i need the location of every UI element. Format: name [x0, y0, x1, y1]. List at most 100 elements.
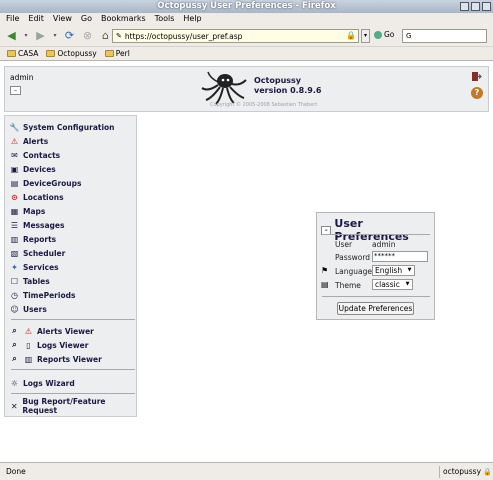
language-label: Language [335, 267, 373, 276]
menu-item-reports-viewer[interactable]: ⌕ ▥ Reports Viewer [9, 353, 102, 365]
bookmark-label: CASA [18, 48, 39, 58]
menu-item-label: Locations [23, 192, 64, 202]
bookmark-octopussy[interactable]: Octopussy [46, 47, 97, 60]
flag-icon: ⚑ [321, 266, 329, 275]
menu-item-maps[interactable]: ▦ Maps [9, 205, 46, 217]
menu-item-scheduler[interactable]: ▧ Scheduler [9, 247, 66, 259]
password-field[interactable]: ****** [372, 251, 428, 262]
menu-item-tables[interactable]: ☐ Tables [9, 275, 50, 287]
contacts-icon: ✉ [11, 150, 18, 160]
device-icon: ▣ [10, 164, 19, 174]
menu-item-label: Logs Wizard [23, 378, 75, 388]
menu-item-label: Scheduler [23, 248, 66, 258]
viewer-icon: ⌕ [12, 354, 17, 363]
app-name: Octopussy [254, 76, 302, 85]
menu-file[interactable]: File [6, 13, 19, 25]
menu-item-devicegroups[interactable]: ▤ DeviceGroups [9, 177, 82, 189]
menu-item-messages[interactable]: ☰ Messages [9, 219, 65, 231]
bookmark-casa[interactable]: CASA [7, 47, 38, 60]
folder-icon [104, 50, 114, 57]
theme-icon: ▤ [321, 280, 329, 289]
menu-item-devices[interactable]: ▣ Devices [9, 163, 56, 175]
map-icon: ▦ [10, 206, 19, 216]
logout-icon[interactable] [471, 71, 482, 82]
menu-separator [11, 393, 135, 394]
back-icon[interactable]: ◀ [4, 28, 19, 43]
go-icon [374, 30, 382, 39]
navigation-toolbar: ◀ ▾ ▶ ▾ ⟳ ⊗ ⌂ ✎ https://octopussy/user_p… [0, 25, 493, 47]
bookmark-label: Perl [115, 48, 130, 58]
app-version: version 0.8.9.6 [254, 86, 322, 95]
url-dropdown-button[interactable]: ▾ [361, 29, 370, 43]
language-select[interactable]: English ▼ [372, 265, 415, 276]
menu-item-reports[interactable]: ▥ Reports [9, 233, 56, 245]
minimize-button[interactable] [460, 2, 469, 11]
bug-icon: ✕ [10, 401, 18, 411]
page-icon: ✎ [116, 32, 122, 40]
update-preferences-button[interactable]: Update Preferences [337, 302, 414, 315]
menu-item-alerts-viewer[interactable]: ⌕ ⚠ Alerts Viewer [9, 325, 94, 337]
reload-icon[interactable]: ⟳ [62, 28, 77, 43]
menu-item-label: DeviceGroups [23, 178, 82, 188]
menu-item-label: Maps [23, 206, 46, 216]
menu-item-system-configuration[interactable]: 🔧 System Configuration [9, 121, 115, 133]
home-icon[interactable]: ⌂ [98, 28, 113, 43]
maximize-button[interactable] [471, 2, 480, 11]
viewer-icon: ⌕ [12, 326, 17, 335]
chevron-down-icon: ▼ [405, 281, 410, 287]
menu-edit[interactable]: Edit [28, 13, 44, 25]
menu-item-label: Tables [23, 276, 50, 286]
table-icon: ☐ [10, 276, 19, 286]
menu-go[interactable]: Go [81, 13, 92, 25]
page-content: admin – Octopussy version 0.8.9.6 Copyri… [0, 62, 493, 462]
menu-separator [11, 369, 135, 370]
current-user: admin [10, 73, 34, 82]
forward-icon[interactable]: ▶ [33, 28, 48, 43]
menu-item-locations[interactable]: ⊙ Locations [9, 191, 64, 203]
menu-tools[interactable]: Tools [155, 13, 175, 25]
menu-item-logs-viewer[interactable]: ⌕ ▯ Logs Viewer [9, 339, 88, 351]
search-input[interactable]: G [402, 29, 487, 43]
log-icon: ▯ [26, 340, 31, 350]
go-button[interactable]: Go [374, 30, 394, 39]
menu-item-label: System Configuration [23, 122, 115, 132]
menu-item-users[interactable]: ☺ Users [9, 303, 46, 315]
theme-select[interactable]: classic ▼ [372, 279, 413, 290]
menu-item-services[interactable]: ✦ Services [9, 261, 59, 273]
menu-item-label: Reports [23, 234, 57, 244]
status-bar: Done octopussy 🔒 [0, 462, 493, 480]
collapse-icon[interactable]: – [10, 86, 21, 95]
scheduler-icon: ▧ [10, 248, 19, 258]
device-group-icon: ▤ [10, 178, 19, 188]
close-button[interactable] [482, 2, 491, 11]
menu-item-timeperiods[interactable]: ◷ TimePeriods [9, 289, 75, 301]
location-icon: ⊙ [11, 192, 18, 202]
panel-divider [322, 296, 430, 297]
menu-item-logs-wizard[interactable]: ☼ Logs Wizard [9, 377, 75, 389]
menu-item-label: Logs Viewer [37, 340, 89, 350]
lock-icon[interactable]: 🔒 [346, 31, 356, 40]
menu-item-alerts[interactable]: ⚠ Alerts [9, 135, 48, 147]
lock-icon: 🔒 [483, 468, 492, 476]
chevron-down-icon: ▼ [407, 267, 412, 273]
status-site[interactable]: octopussy 🔒 [439, 466, 492, 478]
menu-item-bug-report[interactable]: ✕ Bug Report/Feature Request [9, 397, 136, 415]
stop-icon[interactable]: ⊗ [80, 28, 95, 43]
help-icon[interactable]: ? [471, 87, 483, 99]
report-icon: ▥ [10, 234, 19, 244]
back-dropdown-icon[interactable]: ▾ [22, 28, 30, 43]
folder-icon [7, 50, 16, 57]
clock-icon: ◷ [11, 290, 18, 300]
menu-help[interactable]: Help [183, 13, 201, 25]
search-engine-icon: G [406, 32, 412, 40]
bookmark-perl[interactable]: Perl [104, 47, 130, 60]
forward-dropdown-icon[interactable]: ▾ [51, 28, 59, 43]
menu-bookmarks[interactable]: Bookmarks [101, 13, 146, 25]
menu-item-label: Alerts [23, 136, 49, 146]
status-site-text: octopussy [443, 467, 482, 476]
folder-icon [46, 50, 56, 57]
viewer-icon: ⌕ [12, 340, 17, 349]
url-bar[interactable]: ✎ https://octopussy/user_pref.asp 🔒 [112, 29, 359, 43]
menu-item-contacts[interactable]: ✉ Contacts [9, 149, 60, 161]
menu-view[interactable]: View [53, 13, 72, 25]
